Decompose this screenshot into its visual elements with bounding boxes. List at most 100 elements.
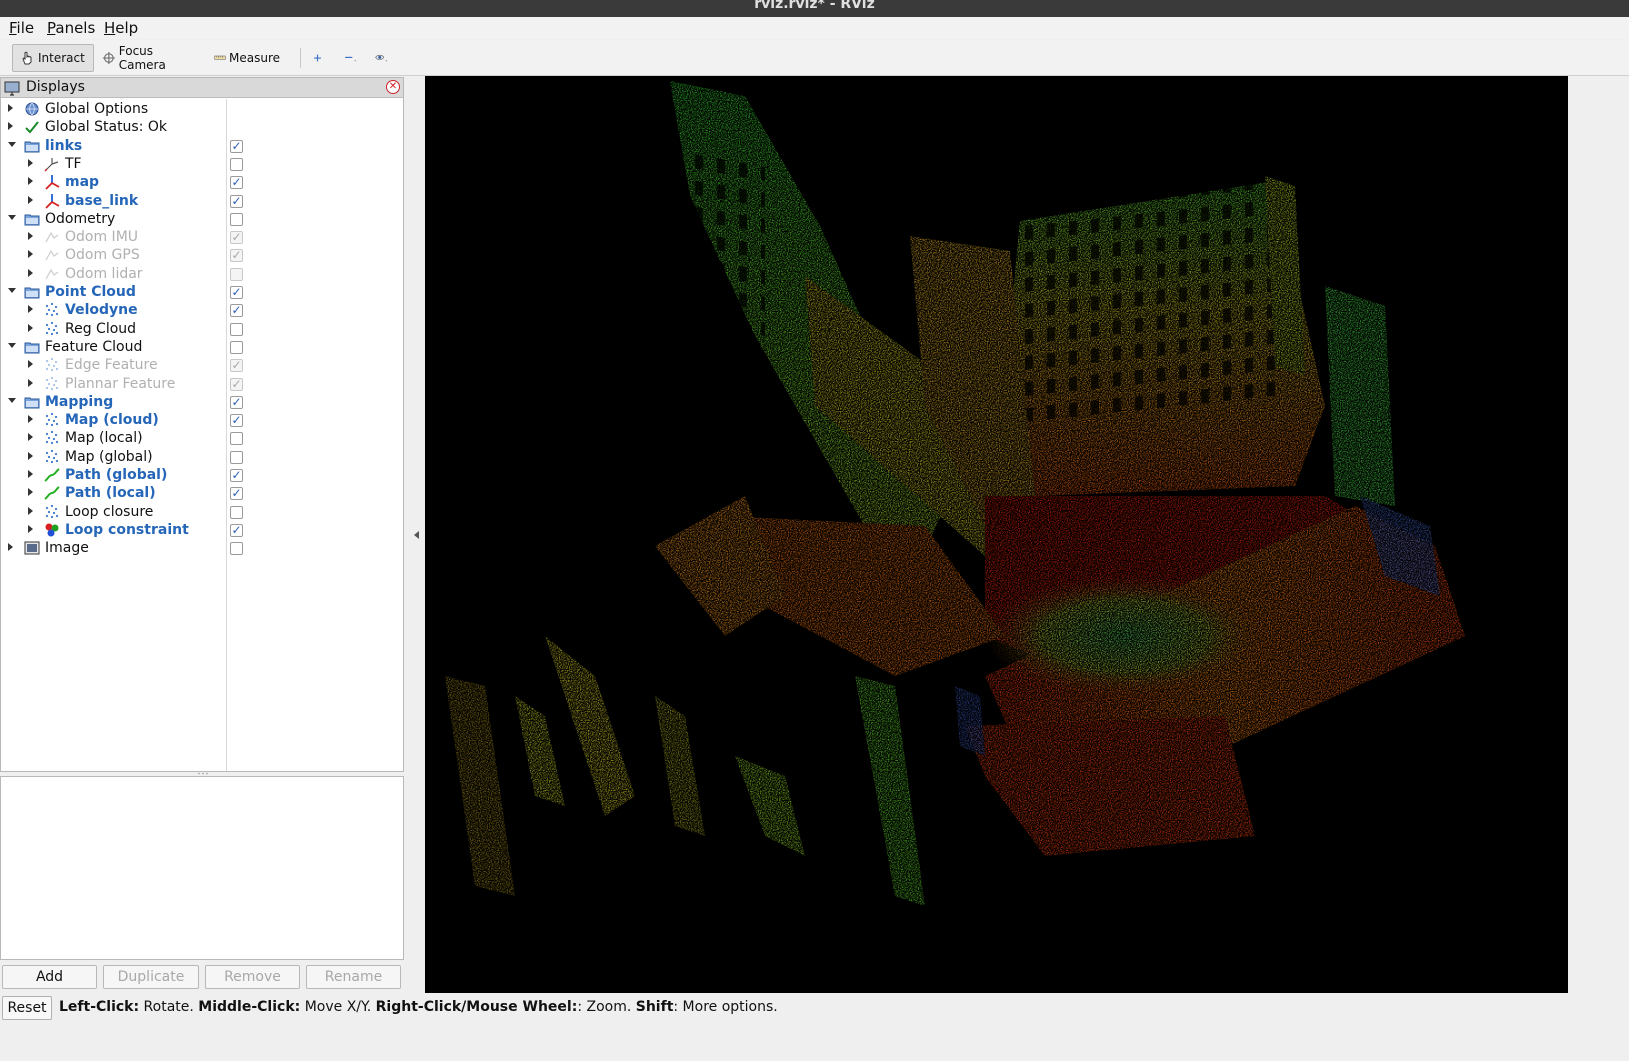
expand-arrow-closed-icon[interactable] xyxy=(8,122,13,131)
display-enabled-checkbox[interactable]: ✓ xyxy=(230,249,243,263)
expand-arrow-open-icon[interactable] xyxy=(8,214,16,220)
display-enabled-checkbox[interactable]: ✓ xyxy=(230,139,243,153)
expand-arrow-closed-icon[interactable] xyxy=(28,524,33,533)
tool-properties-button[interactable] xyxy=(368,44,398,72)
display-enabled-checkbox[interactable]: ✓ xyxy=(230,359,243,373)
expand-arrow-open-icon[interactable] xyxy=(8,397,16,403)
display-enabled-checkbox[interactable] xyxy=(230,542,243,556)
display-row[interactable]: Mapping ✓ xyxy=(1,393,403,411)
display-row[interactable]: map ✓ xyxy=(1,173,403,191)
expand-arrow-closed-icon[interactable] xyxy=(28,323,33,332)
expand-arrow-closed-icon[interactable] xyxy=(28,451,33,460)
expand-arrow-closed-icon[interactable] xyxy=(28,177,33,186)
display-enabled-checkbox[interactable]: ✓ xyxy=(230,286,243,299)
display-row[interactable]: Odom GPS ✓ xyxy=(1,246,403,264)
expand-arrow-closed-icon[interactable] xyxy=(28,488,33,497)
display-enabled-checkbox[interactable]: ✓ xyxy=(230,469,243,482)
expand-arrow-closed-icon[interactable] xyxy=(28,268,33,277)
display-row[interactable]: Map (global) xyxy=(1,448,403,466)
display-enabled-checkbox[interactable]: ✓ xyxy=(230,231,243,245)
expand-arrow-closed-icon[interactable] xyxy=(28,433,33,442)
display-row[interactable]: Global Options xyxy=(1,100,403,118)
expand-arrow-closed-icon[interactable] xyxy=(28,195,33,204)
focus-camera-tool-button[interactable]: Focus Camera xyxy=(95,44,199,72)
displays-panel-header: Displays ✕ xyxy=(1,78,403,98)
splitter-handle[interactable] xyxy=(198,772,208,775)
expand-arrow-closed-icon[interactable] xyxy=(28,415,33,424)
window-title: rviz.rviz* - RViz xyxy=(754,0,875,12)
display-row[interactable]: Global Status: Ok xyxy=(1,118,403,136)
display-row[interactable]: Map (local) xyxy=(1,429,403,447)
collapse-panel-arrow-icon[interactable] xyxy=(414,531,419,539)
display-enabled-checkbox[interactable] xyxy=(230,157,243,171)
expand-arrow-closed-icon[interactable] xyxy=(28,360,33,369)
display-row[interactable]: Path (local) ✓ xyxy=(1,484,403,502)
add-display-button[interactable]: Add xyxy=(2,965,97,989)
display-row[interactable]: Feature Cloud xyxy=(1,338,403,356)
display-row[interactable]: Plannar Feature ✓ xyxy=(1,375,403,393)
display-label: Feature Cloud xyxy=(45,338,143,355)
display-row[interactable]: Velodyne ✓ xyxy=(1,301,403,319)
display-row[interactable]: Reg Cloud xyxy=(1,320,403,338)
display-enabled-checkbox[interactable] xyxy=(230,450,243,464)
expand-arrow-closed-icon[interactable] xyxy=(28,305,33,314)
display-enabled-checkbox[interactable]: ✓ xyxy=(230,414,243,428)
display-enabled-checkbox[interactable]: ✓ xyxy=(230,377,243,391)
display-enabled-checkbox[interactable] xyxy=(230,432,243,446)
display-enabled-checkbox[interactable]: ✓ xyxy=(230,304,243,318)
display-enabled-checkbox[interactable]: ✓ xyxy=(230,176,243,190)
remove-tool-button[interactable] xyxy=(337,44,367,72)
add-tool-button[interactable] xyxy=(306,44,332,72)
menu-help[interactable]: Help xyxy=(104,19,138,37)
display-row[interactable]: Path (global) ✓ xyxy=(1,466,403,484)
remove-display-button[interactable]: Remove xyxy=(205,965,300,989)
display-row[interactable]: Point Cloud ✓ xyxy=(1,283,403,301)
measure-tool-button[interactable]: Measure xyxy=(207,44,287,72)
menu-file[interactable]: File xyxy=(9,19,34,37)
display-enabled-checkbox[interactable]: ✓ xyxy=(230,487,243,501)
display-row[interactable]: Odom lidar xyxy=(1,265,403,283)
display-label: Odom lidar xyxy=(65,265,143,282)
pointcloud-icon xyxy=(44,357,60,373)
display-enabled-checkbox[interactable] xyxy=(230,267,243,281)
expand-arrow-open-icon[interactable] xyxy=(8,141,16,147)
expand-arrow-closed-icon[interactable] xyxy=(28,470,33,478)
display-row[interactable]: links ✓ xyxy=(1,137,403,155)
expand-arrow-closed-icon[interactable] xyxy=(28,378,33,387)
expand-arrow-closed-icon[interactable] xyxy=(28,506,33,515)
display-row[interactable]: Loop closure xyxy=(1,503,403,521)
expand-arrow-closed-icon[interactable] xyxy=(28,158,33,167)
display-row[interactable]: Map (cloud) ✓ xyxy=(1,411,403,429)
display-row[interactable]: Edge Feature ✓ xyxy=(1,356,403,374)
interact-tool-button[interactable]: Interact xyxy=(12,44,94,72)
close-panel-icon[interactable]: ✕ xyxy=(386,80,400,94)
reset-view-button[interactable]: Reset xyxy=(2,996,52,1020)
expand-arrow-closed-icon[interactable] xyxy=(8,104,13,112)
display-enabled-checkbox[interactable]: ✓ xyxy=(230,395,243,409)
expand-arrow-open-icon[interactable] xyxy=(8,342,16,348)
display-enabled-checkbox[interactable] xyxy=(230,505,243,519)
display-enabled-checkbox[interactable]: ✓ xyxy=(230,194,243,208)
expand-arrow-closed-icon[interactable] xyxy=(8,543,13,552)
expand-arrow-closed-icon[interactable] xyxy=(28,250,33,259)
expand-arrow-open-icon[interactable] xyxy=(8,288,16,293)
display-row[interactable]: Odometry xyxy=(1,210,403,228)
display-label: Path (local) xyxy=(65,485,156,502)
render-viewport[interactable] xyxy=(425,76,1568,993)
markers-icon xyxy=(44,522,60,538)
rename-display-button[interactable]: Rename xyxy=(306,965,401,989)
display-enabled-checkbox[interactable] xyxy=(230,340,243,354)
display-label: Edge Feature xyxy=(65,357,158,374)
display-row[interactable]: Image xyxy=(1,539,403,557)
display-enabled-checkbox[interactable]: ✓ xyxy=(230,523,243,537)
display-enabled-checkbox[interactable] xyxy=(230,322,243,336)
expand-arrow-closed-icon[interactable] xyxy=(28,232,33,241)
display-row[interactable]: Loop constraint ✓ xyxy=(1,521,403,539)
menu-panels[interactable]: Panels xyxy=(47,19,95,37)
duplicate-display-button[interactable]: Duplicate xyxy=(103,965,199,989)
display-row[interactable]: base_link ✓ xyxy=(1,192,403,210)
display-enabled-checkbox[interactable] xyxy=(230,212,243,226)
display-row[interactable]: Odom IMU ✓ xyxy=(1,228,403,246)
pointcloud-icon xyxy=(44,412,60,428)
display-row[interactable]: TF xyxy=(1,155,403,173)
